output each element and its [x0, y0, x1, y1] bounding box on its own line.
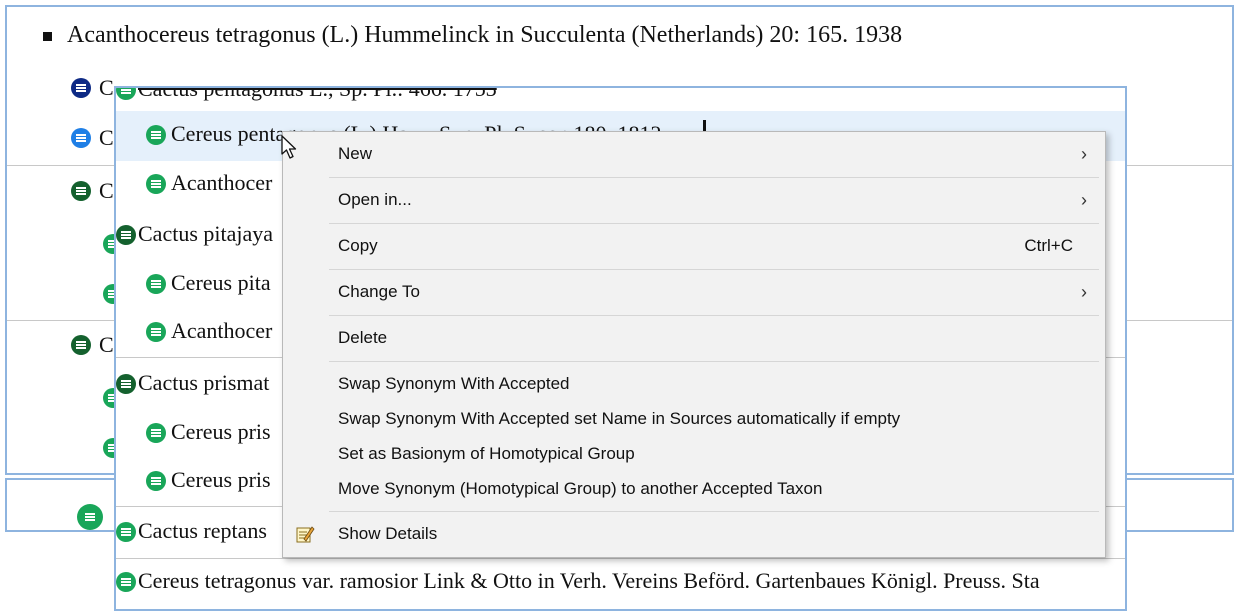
context-menu: New › Open in... › Copy Ctrl+C Change To…: [282, 131, 1106, 558]
heterotypic-synonym-icon: [71, 181, 91, 201]
menu-item-swap-synonym[interactable]: Swap Synonym With Accepted: [338, 374, 1105, 394]
mouse-pointer-icon: [281, 135, 301, 161]
homotypic-synonym-icon: [71, 78, 91, 98]
synonym-icon: [146, 423, 166, 443]
menu-item-move-synonym[interactable]: Move Synonym (Homotypical Group) to anot…: [338, 479, 1105, 499]
synonym-icon: [116, 522, 136, 542]
accepted-taxon-header[interactable]: Acanthocereus tetragonus (L.) Hummelinck…: [67, 21, 902, 49]
synonym-label-clipped[interactable]: C: [99, 178, 114, 204]
heterotypic-synonym-icon: [116, 225, 136, 245]
chevron-right-icon: ›: [1081, 144, 1087, 164]
heterotypic-group-row[interactable]: Cactus pitajaya: [138, 221, 273, 247]
menu-separator: [329, 269, 1099, 270]
menu-item-copy[interactable]: Copy Ctrl+C: [338, 236, 1105, 256]
menu-item-delete[interactable]: Delete: [338, 328, 1105, 348]
menu-item-open-in[interactable]: Open in... ›: [338, 190, 1105, 210]
menu-shortcut: Ctrl+C: [1024, 236, 1073, 255]
synonym-row-struck[interactable]: Cactus pentagonus L., Sp. Pl.: 466. 1753: [138, 88, 497, 102]
synonym-icon: [116, 88, 136, 100]
menu-item-label: Move Synonym (Homotypical Group) to anot…: [338, 479, 823, 498]
menu-item-label: Show Details: [338, 524, 438, 543]
menu-item-change-to[interactable]: Change To ›: [338, 282, 1105, 302]
menu-item-label: New: [338, 144, 373, 163]
menu-item-label: Set as Basionym of Homotypical Group: [338, 444, 635, 463]
menu-item-label: Copy: [338, 236, 378, 255]
synonym-icon: [71, 128, 91, 148]
menu-item-label: Swap Synonym With Accepted: [338, 374, 570, 393]
synonym-icon: [116, 572, 136, 592]
bullet-square-icon: [43, 32, 52, 41]
menu-item-show-details[interactable]: Show Details: [338, 524, 1105, 544]
menu-item-label: Change To: [338, 282, 420, 301]
menu-separator: [329, 223, 1099, 224]
synonym-icon: [77, 504, 103, 530]
heterotypic-synonym-icon: [71, 335, 91, 355]
chevron-right-icon: ›: [1081, 282, 1087, 302]
menu-item-new[interactable]: New ›: [338, 144, 1105, 164]
synonym-label-clipped[interactable]: C: [99, 75, 114, 101]
menu-separator: [329, 511, 1099, 512]
synonym-row[interactable]: Cereus pris: [171, 467, 271, 493]
menu-separator: [329, 315, 1099, 316]
synonym-icon: [146, 471, 166, 491]
menu-item-swap-synonym-auto[interactable]: Swap Synonym With Accepted set Name in S…: [338, 409, 1105, 429]
menu-separator: [329, 177, 1099, 178]
synonym-label-clipped[interactable]: C: [99, 332, 114, 358]
heterotypic-group-row[interactable]: Cactus prismat: [138, 370, 269, 396]
synonym-icon: [146, 322, 166, 342]
heterotypic-group-row[interactable]: Cereus tetragonus var. ramosior Link & O…: [138, 568, 1040, 594]
heterotypic-synonym-icon: [116, 374, 136, 394]
chevron-right-icon: ›: [1081, 190, 1087, 210]
heterotypic-group-row[interactable]: Cactus reptans: [138, 518, 267, 544]
synonym-row[interactable]: Cereus pita: [171, 270, 271, 296]
group-divider: [116, 558, 1125, 559]
menu-item-set-basionym[interactable]: Set as Basionym of Homotypical Group: [338, 444, 1105, 464]
synonym-label-clipped[interactable]: C: [99, 125, 114, 151]
menu-item-label: Delete: [338, 328, 388, 347]
edit-details-icon: [295, 524, 315, 544]
synonym-row[interactable]: Acanthocer: [171, 318, 272, 344]
menu-item-label: Open in...: [338, 190, 412, 209]
synonym-row[interactable]: Acanthocer: [171, 170, 272, 196]
menu-item-label: Swap Synonym With Accepted set Name in S…: [338, 409, 901, 428]
synonym-icon: [146, 174, 166, 194]
synonym-icon: [146, 125, 166, 145]
synonym-row[interactable]: Cereus pris: [171, 419, 271, 445]
synonym-icon: [146, 274, 166, 294]
menu-separator: [329, 361, 1099, 362]
